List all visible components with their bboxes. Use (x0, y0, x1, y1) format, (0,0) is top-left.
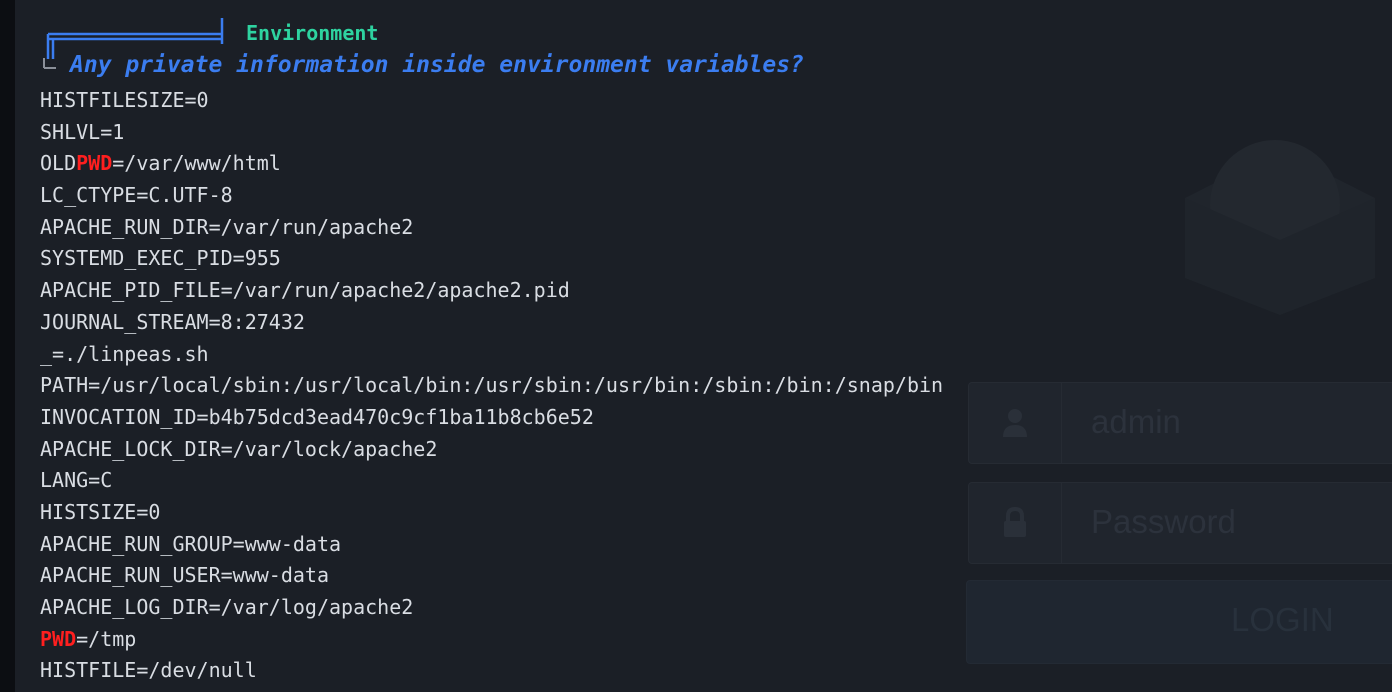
section-title: Environment (246, 21, 379, 45)
env-line: APACHE_RUN_GROUP=www-data (40, 529, 943, 561)
env-line-text: APACHE_RUN_GROUP=www-data (40, 531, 342, 556)
env-line: HISTSIZE=0 (40, 497, 943, 529)
env-line: HISTFILESIZE=0 (40, 85, 943, 117)
env-line: SYSTEMD_EXEC_PID=955 (40, 243, 943, 275)
env-line: PATH=/usr/local/sbin:/usr/local/bin:/usr… (40, 370, 943, 402)
env-line-text: LANG=C (40, 468, 113, 493)
env-line-value: =/tmp (76, 626, 137, 651)
env-line-text: _=./linpeas.sh (40, 341, 209, 366)
env-line: APACHE_LOCK_DIR=/var/lock/apache2 (40, 434, 943, 466)
terminal-screen: admin Password LOGIN Environment Any pri… (0, 0, 1392, 692)
env-line: HISTFILE=/dev/null (40, 655, 943, 687)
env-line-text: SHLVL=1 (40, 119, 125, 144)
env-line: OLDPWD=/var/www/html (40, 148, 943, 180)
env-line-text: LC_CTYPE=C.UTF-8 (40, 183, 233, 208)
env-line-text: HISTFILESIZE=0 (40, 88, 209, 112)
env-line: APACHE_LOG_DIR=/var/log/apache2 (40, 592, 943, 624)
env-line-highlight: PWD (40, 626, 77, 651)
env-line-text: SYSTEMD_EXEC_PID=955 (40, 246, 281, 271)
env-line: LANG=C (40, 465, 943, 497)
env-line-text: INVOCATION_ID=b4b75dcd3ead470c9cf1ba11b8… (40, 404, 594, 429)
env-line-value: =/var/www/html (112, 151, 281, 176)
env-line-text: HISTFILE=/dev/null (40, 658, 257, 683)
env-line: _=./linpeas.sh (40, 339, 943, 371)
env-variable-list: HISTFILESIZE=0 SHLVL=1 OLDPWD=/var/www/htm… (40, 85, 943, 687)
env-line-text: APACHE_LOG_DIR=/var/log/apache2 (40, 595, 414, 619)
env-line: JOURNAL_STREAM=8:27432 (40, 307, 943, 339)
terminal-output: Environment Any private information insi… (0, 0, 1392, 692)
env-line: INVOCATION_ID=b4b75dcd3ead470c9cf1ba11b8… (40, 402, 943, 434)
env-line-text: JOURNAL_STREAM=8:27432 (40, 309, 305, 334)
env-line-text: APACHE_RUN_USER=www-data (40, 563, 329, 588)
env-line: PWD=/tmp (40, 624, 943, 656)
env-line: LC_CTYPE=C.UTF-8 (40, 180, 943, 212)
env-line-text: OLD (40, 151, 77, 176)
env-line-text: APACHE_RUN_DIR=/var/run/apache2 (40, 214, 414, 239)
env-line-highlight: PWD (76, 151, 113, 176)
env-line: APACHE_RUN_DIR=/var/run/apache2 (40, 212, 943, 244)
env-line: SHLVL=1 (40, 117, 943, 149)
env-line-text: PATH=/usr/local/sbin:/usr/local/bin:/usr… (40, 373, 944, 398)
env-line: APACHE_PID_FILE=/var/run/apache2/apache2… (40, 275, 943, 307)
env-line-text: APACHE_LOCK_DIR=/var/lock/apache2 (40, 436, 438, 461)
env-line: APACHE_RUN_USER=www-data (40, 560, 943, 592)
env-line-text: HISTSIZE=0 (40, 499, 161, 524)
env-line-text: APACHE_PID_FILE=/var/run/apache2/apache2… (40, 278, 570, 303)
section-question: Any private information inside environme… (70, 52, 804, 78)
